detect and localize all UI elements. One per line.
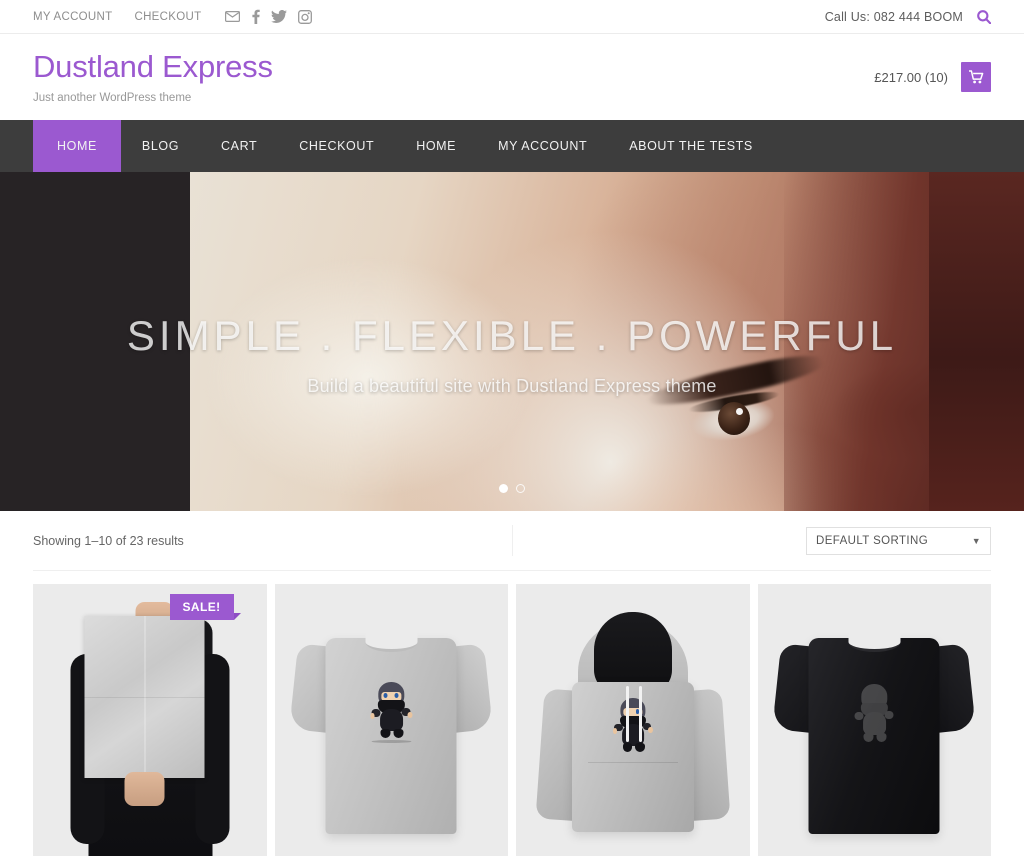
sale-badge: SALE!: [169, 594, 241, 620]
phone-number: Call Us: 082 444 BOOM: [824, 9, 963, 24]
chevron-down-icon: ▼: [971, 535, 981, 546]
hero-subtitle: Build a beautiful site with Dustland Exp…: [307, 376, 717, 396]
ninja-graphic: [369, 682, 413, 738]
slider-pagination: [0, 484, 1024, 493]
nav-item-home-2[interactable]: HOME: [395, 120, 477, 172]
nav-item-checkout[interactable]: CHECKOUT: [278, 120, 395, 172]
product-card-tshirt-black[interactable]: [757, 584, 991, 856]
instagram-icon[interactable]: [298, 9, 313, 24]
social-links: [225, 9, 313, 24]
topbar-right-group: Call Us: 082 444 BOOM: [825, 10, 991, 24]
nav-item-about-the-tests[interactable]: ABOUT THE TESTS: [608, 120, 774, 172]
sorting-select[interactable]: DEFAULT SORTING ▼: [806, 526, 991, 555]
sorting-control[interactable]: DEFAULT SORTING ▼: [806, 526, 991, 555]
site-tagline: Just another WordPress theme: [33, 91, 192, 104]
sorting-selected-value: DEFAULT SORTING: [816, 534, 929, 547]
product-image-tshirt-grey: [289, 622, 494, 834]
cart-button[interactable]: [961, 62, 991, 92]
cart-total: £217.00 (10): [874, 69, 948, 85]
nav-item-blog[interactable]: BLOG: [121, 120, 200, 172]
shop-section: Showing 1–10 of 23 results DEFAULT SORTI…: [0, 511, 1024, 856]
brand[interactable]: Dustland Express Just another WordPress …: [33, 50, 273, 104]
product-grid: SALE!: [33, 571, 991, 856]
shop-toolbar: Showing 1–10 of 23 results DEFAULT SORTI…: [33, 511, 991, 571]
slider-dot-2[interactable]: [516, 484, 525, 493]
search-icon[interactable]: [977, 9, 991, 24]
site-header: Dustland Express Just another WordPress …: [0, 34, 1024, 120]
site-title[interactable]: Dustland Express: [33, 50, 273, 84]
nav-item-cart[interactable]: CART: [200, 120, 278, 172]
facebook-icon[interactable]: [251, 9, 261, 24]
product-image-poster: [62, 584, 237, 856]
hero-caption: SIMPLE . FLEXIBLE . POWERFUL Build a bea…: [0, 312, 1024, 397]
product-image-hoodie-grey: [535, 612, 731, 842]
twitter-icon[interactable]: [271, 10, 288, 23]
ninja-silhouette-graphic: [852, 684, 896, 742]
product-image-tshirt-black: [772, 622, 977, 834]
topbar-link-my-account[interactable]: MY ACCOUNT: [33, 11, 112, 23]
slider-dot-1[interactable]: [499, 484, 508, 493]
topbar-link-checkout[interactable]: CHECKOUT: [134, 11, 201, 23]
hero-title: SIMPLE . FLEXIBLE . POWERFUL: [126, 312, 898, 359]
product-card-hoodie-grey[interactable]: [516, 584, 750, 856]
shopping-cart-icon: [968, 70, 984, 84]
topbar-left-group: MY ACCOUNT CHECKOUT: [33, 9, 313, 24]
toolbar-divider: [512, 525, 513, 556]
nav-item-home[interactable]: HOME: [33, 120, 121, 172]
top-bar: MY ACCOUNT CHECKOUT Call Us: 082 444 BOO…: [0, 0, 1024, 34]
main-navigation: HOME BLOG CART CHECKOUT HOME MY ACCOUNT …: [0, 120, 1024, 172]
product-card-poster[interactable]: SALE!: [33, 584, 267, 856]
ninja-graphic: [612, 698, 654, 752]
header-cart-area: £217.00 (10): [874, 62, 991, 92]
hero-slider: SIMPLE . FLEXIBLE . POWERFUL Build a bea…: [0, 172, 1024, 511]
email-icon[interactable]: [225, 11, 241, 22]
result-count: Showing 1–10 of 23 results: [33, 533, 184, 548]
product-card-tshirt-grey[interactable]: [274, 584, 508, 856]
nav-item-my-account[interactable]: MY ACCOUNT: [477, 120, 608, 172]
